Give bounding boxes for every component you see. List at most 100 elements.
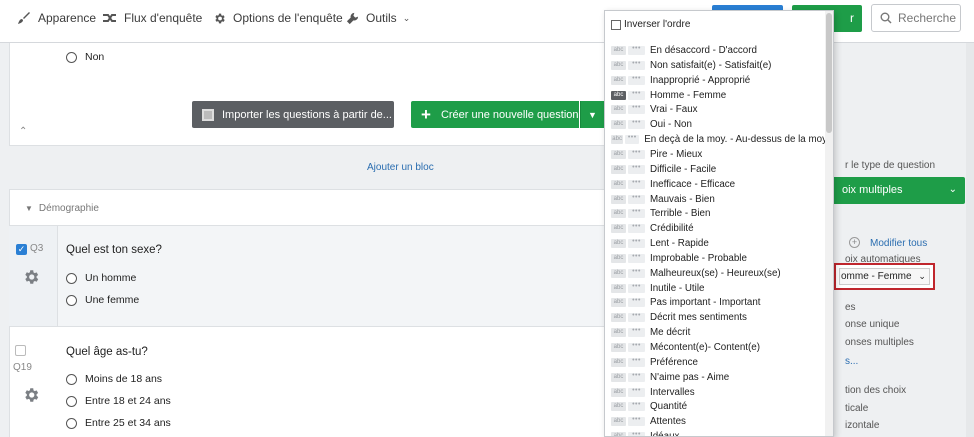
- radio-button[interactable]: [66, 294, 77, 306]
- choice-label: Quantité: [650, 401, 688, 413]
- choice-item[interactable]: abc ••• Idéaux: [611, 429, 829, 436]
- choice-item[interactable]: abc ••• Oui - Non: [611, 117, 829, 132]
- choice-item[interactable]: abc ••• Quantité: [611, 399, 829, 414]
- q3-number: Q3: [30, 243, 44, 254]
- auto-choices-dropdown[interactable]: Inverser l'ordre abc ••• En désaccord - D'…: [604, 10, 834, 437]
- choice-label: Intervalles: [650, 386, 695, 398]
- q19-option-1[interactable]: Moins de 18 ans: [66, 373, 162, 385]
- tools-menu-button[interactable]: Outils ⌄: [344, 9, 410, 27]
- checkbox[interactable]: [611, 19, 621, 30]
- q3-title: Quel est ton sexe?: [66, 244, 162, 256]
- choice-item[interactable]: abc ••• Malheureux(se) - Heureux(se): [611, 266, 829, 281]
- scale-tag-icon: •••: [628, 119, 645, 130]
- choice-item[interactable]: abc ••• Improbable - Probable: [611, 251, 829, 266]
- scroll-thumb[interactable]: [826, 13, 832, 133]
- q3-option-1[interactable]: Un homme: [66, 272, 136, 284]
- choice-item[interactable]: abc ••• Inutile - Utile: [611, 281, 829, 296]
- scale-tag-icon: •••: [628, 312, 645, 323]
- plus-icon: +: [421, 105, 431, 124]
- radio-button[interactable]: [66, 417, 77, 429]
- gear-icon[interactable]: [22, 268, 40, 289]
- multiple-answers-option[interactable]: onses multiples: [845, 337, 914, 348]
- green-action-label: r: [850, 11, 854, 25]
- radio-button[interactable]: [66, 395, 77, 407]
- radio-button[interactable]: [66, 272, 77, 284]
- create-question-button[interactable]: + Créer une nouvelle question: [411, 101, 579, 128]
- choice-label: Pas important - Important: [650, 297, 761, 309]
- choice-item[interactable]: abc ••• Pas important - Important: [611, 295, 829, 310]
- q19-option-3[interactable]: Entre 25 et 34 ans: [66, 417, 171, 429]
- horizontal-option[interactable]: izontale: [845, 420, 879, 431]
- vertical-option[interactable]: ticale: [845, 403, 868, 414]
- text-tag-icon: abc: [611, 120, 626, 130]
- choice-item[interactable]: abc ••• Homme - Femme: [611, 88, 829, 103]
- question-type-button[interactable]: oix multiples ⌄: [830, 177, 965, 204]
- q3-option-2[interactable]: Une femme: [66, 294, 139, 306]
- q19-number: Q19: [13, 362, 32, 373]
- invert-order-checkbox[interactable]: Inverser l'ordre: [611, 19, 690, 30]
- scale-tag-icon: •••: [628, 60, 645, 70]
- add-block-link[interactable]: Ajouter un bloc: [367, 162, 434, 173]
- text-tag-icon: abc: [611, 268, 626, 278]
- survey-flow-label: Flux d'enquête: [124, 11, 203, 25]
- scale-tag-icon: •••: [628, 253, 645, 263]
- appearance-label: Apparence: [38, 11, 97, 25]
- option-label: Une femme: [85, 294, 140, 306]
- text-tag-icon: abc: [611, 60, 626, 70]
- radio-button[interactable]: [66, 373, 77, 385]
- choice-label: Non satisfait(e) - Satisfait(e): [650, 59, 772, 71]
- more-options-link[interactable]: s...: [845, 356, 858, 367]
- appearance-button[interactable]: Apparence: [16, 9, 96, 27]
- text-tag-icon: abc: [611, 402, 626, 412]
- choice-item[interactable]: abc ••• Pire - Mieux: [611, 147, 829, 162]
- search-field[interactable]: Recherche: [871, 4, 961, 32]
- choice-item[interactable]: abc ••• Me décrit: [611, 325, 829, 340]
- q3-select-checkbox[interactable]: ✓: [16, 244, 27, 255]
- choice-item[interactable]: abc ••• Attentes: [611, 414, 829, 429]
- choice-label: Attentes: [650, 416, 686, 428]
- dropdown-scrollbar[interactable]: [825, 11, 833, 436]
- choice-item[interactable]: abc ••• En deçà de la moy. - Au-dessus de …: [611, 132, 829, 147]
- selected-scale-label: omme - Femme: [841, 271, 912, 282]
- choice-item[interactable]: abc ••• En désaccord - D'accord: [611, 43, 829, 58]
- auto-choice-select[interactable]: omme - Femme ⌄: [834, 263, 935, 290]
- q19-option-2[interactable]: Entre 18 et 24 ans: [66, 395, 171, 407]
- chevron-down-icon: ⌄: [402, 12, 411, 23]
- choice-item[interactable]: abc ••• Préférence: [611, 355, 829, 370]
- option-no[interactable]: Non: [66, 51, 104, 63]
- radio-button[interactable]: [66, 51, 77, 63]
- survey-options-button[interactable]: Options de l'enquête: [211, 9, 343, 27]
- choice-label: Décrit mes sentiments: [650, 312, 747, 324]
- scale-tag-icon: •••: [628, 268, 645, 278]
- choice-item[interactable]: abc ••• Décrit mes sentiments: [611, 310, 829, 325]
- choice-item[interactable]: abc ••• Vrai - Faux: [611, 102, 829, 117]
- question-type-value: oix multiples: [842, 184, 903, 196]
- scale-tag-icon: •••: [628, 90, 645, 100]
- choice-item[interactable]: abc ••• Crédibilité: [611, 221, 829, 236]
- gear-icon[interactable]: [22, 386, 40, 407]
- collapse-icon[interactable]: ⌃: [19, 126, 27, 137]
- choice-item[interactable]: abc ••• Difficile - Facile: [611, 162, 829, 177]
- choice-item[interactable]: abc ••• Non satisfait(e) - Satisfait(e): [611, 58, 829, 73]
- choice-item[interactable]: abc ••• Mauvais - Bien: [611, 192, 829, 207]
- section-header[interactable]: ▼ Démographie: [25, 203, 99, 214]
- choice-label: Préférence: [650, 356, 698, 368]
- scale-tag-icon: •••: [628, 223, 645, 234]
- choice-label: En désaccord - D'accord: [650, 45, 757, 56]
- edit-all-link[interactable]: Modifier tous: [870, 238, 927, 249]
- choice-item[interactable]: abc ••• Inefficace - Efficace: [611, 177, 829, 192]
- choice-item[interactable]: abc ••• N'aime pas - Aime: [611, 370, 829, 385]
- choice-item[interactable]: abc ••• Mécontent(e)- Content(e): [611, 340, 829, 355]
- page-scrollbar[interactable]: [966, 43, 974, 437]
- option-label: Entre 25 et 34 ans: [85, 417, 171, 429]
- q19-select-checkbox[interactable]: [15, 345, 26, 356]
- choice-item[interactable]: abc ••• Terrible - Bien: [611, 206, 829, 221]
- single-answer-option[interactable]: onse unique: [845, 319, 900, 330]
- choice-label: Improbable - Probable: [650, 252, 747, 264]
- choice-item[interactable]: abc ••• Lent - Rapide: [611, 236, 829, 251]
- choice-item[interactable]: abc ••• Intervalles: [611, 385, 829, 400]
- survey-flow-button[interactable]: Flux d'enquête: [102, 9, 202, 27]
- import-questions-button[interactable]: Importer les questions à partir de...: [192, 101, 394, 128]
- choice-item[interactable]: abc ••• Inapproprié - Approprié: [611, 73, 829, 88]
- create-question-dropdown[interactable]: ▼: [580, 101, 604, 128]
